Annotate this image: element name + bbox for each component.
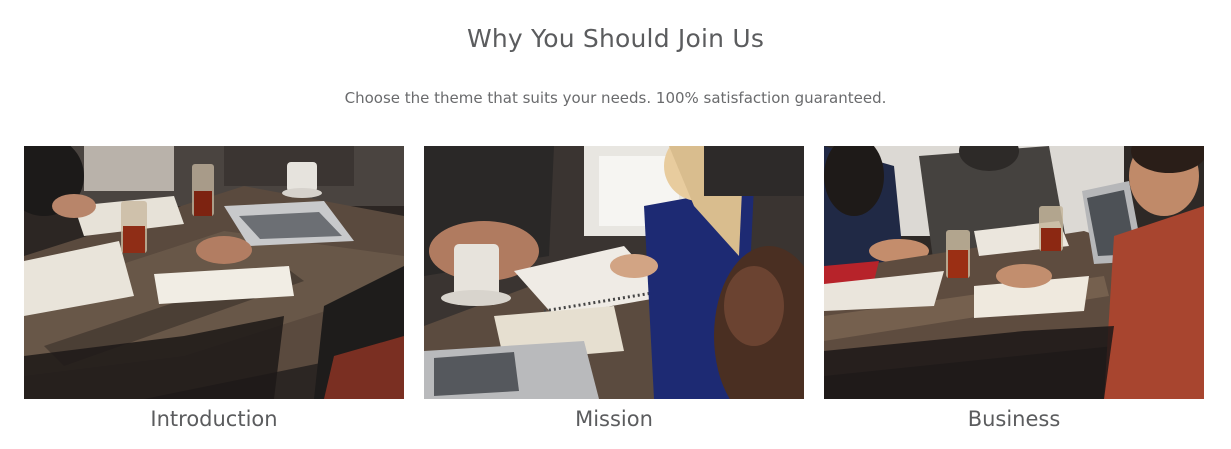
card-business[interactable]: Business bbox=[824, 146, 1204, 431]
card-image-business[interactable] bbox=[824, 146, 1204, 399]
section-title: Why You Should Join Us bbox=[466, 24, 765, 53]
card-introduction[interactable]: Introduction bbox=[24, 146, 404, 431]
card-title-introduction[interactable]: Introduction bbox=[24, 407, 404, 431]
card-title-mission[interactable]: Mission bbox=[424, 407, 804, 431]
card-image-mission[interactable] bbox=[424, 146, 804, 399]
coworking-table-photo bbox=[24, 146, 404, 399]
card-title-business[interactable]: Business bbox=[824, 407, 1204, 431]
why-join-us-section: Why You Should Join Us Choose the theme … bbox=[0, 0, 1231, 449]
card-image-introduction[interactable] bbox=[24, 146, 404, 399]
section-subtitle: Choose the theme that suits your needs. … bbox=[344, 89, 887, 107]
feature-cards: Introduction Mission Business bbox=[24, 146, 1204, 431]
card-mission[interactable]: Mission bbox=[424, 146, 804, 431]
coworking-meeting-photo bbox=[824, 146, 1204, 399]
coworking-writing-photo bbox=[424, 146, 804, 399]
